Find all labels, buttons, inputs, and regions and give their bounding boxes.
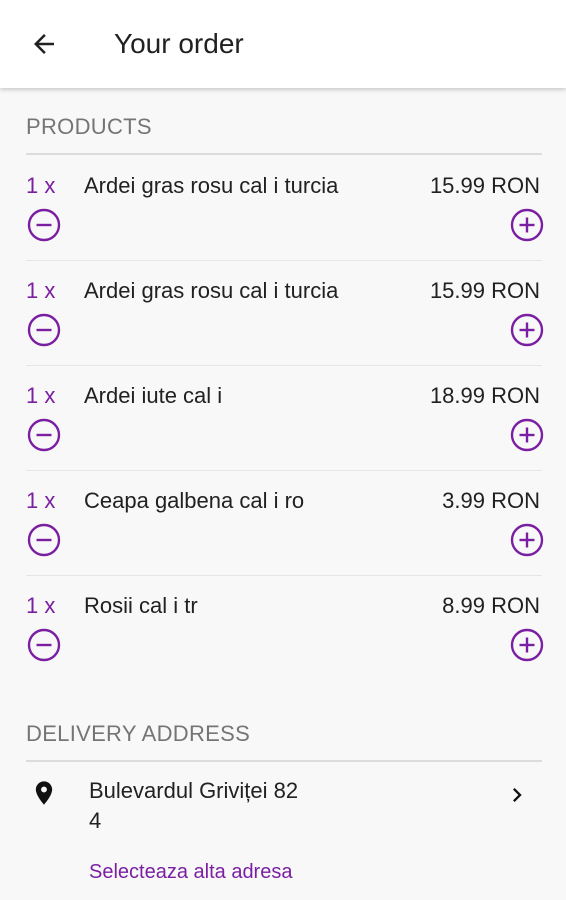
product-price: 3.99 RON	[442, 488, 540, 513]
product-name: Ardei iute cal i	[84, 383, 223, 408]
minus-circle-icon	[27, 628, 61, 662]
product-name: Rosii cal i tr	[84, 593, 198, 618]
product-price: 15.99 RON	[429, 278, 540, 303]
delivery-address-row[interactable]: Bulevardul Griviței 82 4	[0, 764, 566, 844]
change-address-link[interactable]: Selecteaza alta adresa	[89, 858, 292, 886]
app-bar: Your order	[0, 0, 566, 88]
product-row-divider	[26, 260, 542, 261]
page-title: Your order	[114, 28, 244, 59]
delivery-section-title: DELIVERY ADDRESS	[26, 721, 251, 746]
decrease-quantity-button[interactable]	[26, 207, 62, 243]
plus-circle-icon	[510, 523, 544, 557]
product-row-divider	[26, 575, 542, 576]
plus-circle-icon	[510, 418, 544, 452]
product-quantity: 1 x	[26, 173, 56, 198]
products-divider	[26, 153, 542, 155]
product-row: 1 x Ardei gras rosu cal i turcia 15.99 RON	[0, 262, 566, 367]
decrease-quantity-button[interactable]	[26, 312, 62, 348]
product-name: Ardei gras rosu cal i turcia	[84, 278, 339, 303]
increase-quantity-button[interactable]	[509, 312, 545, 348]
product-row-divider	[26, 470, 542, 471]
location-pin-icon	[35, 781, 53, 805]
product-price: 18.99 RON	[429, 383, 540, 408]
address-line-2: 4	[89, 808, 102, 833]
address-line-1: Bulevardul Griviței 82	[89, 778, 299, 803]
minus-circle-icon	[27, 418, 61, 452]
plus-circle-icon	[510, 208, 544, 242]
minus-circle-icon	[27, 523, 61, 557]
chevron-right-icon	[513, 788, 522, 802]
product-name: Ceapa galbena cal i ro	[84, 488, 305, 513]
product-quantity: 1 x	[26, 488, 56, 513]
increase-quantity-button[interactable]	[509, 522, 545, 558]
product-row: 1 x Rosii cal i tr 8.99 RON	[0, 577, 566, 682]
minus-circle-icon	[27, 313, 61, 347]
product-price: 8.99 RON	[442, 593, 540, 618]
increase-quantity-button[interactable]	[509, 417, 545, 453]
minus-circle-icon	[27, 208, 61, 242]
product-row: 1 x Ardei iute cal i 18.99 RON	[0, 367, 566, 472]
increase-quantity-button[interactable]	[509, 627, 545, 663]
decrease-quantity-button[interactable]	[26, 522, 62, 558]
plus-circle-icon	[510, 313, 544, 347]
product-row-divider	[26, 365, 542, 366]
increase-quantity-button[interactable]	[509, 207, 545, 243]
decrease-quantity-button[interactable]	[26, 417, 62, 453]
delivery-divider	[26, 760, 542, 762]
product-name: Ardei gras rosu cal i turcia	[84, 173, 339, 198]
back-button[interactable]	[26, 26, 62, 62]
decrease-quantity-button[interactable]	[26, 627, 62, 663]
plus-circle-icon	[510, 628, 544, 662]
product-quantity: 1 x	[26, 593, 56, 618]
product-row: 1 x Ardei gras rosu cal i turcia 15.99 RON	[0, 157, 566, 262]
product-price: 15.99 RON	[429, 173, 540, 198]
product-row: 1 x Ceapa galbena cal i ro 3.99 RON	[0, 472, 566, 577]
products-section-title: PRODUCTS	[26, 114, 152, 139]
delivery-address-text: Bulevardul Griviței 82 4	[89, 776, 339, 836]
arrow-left-icon	[34, 34, 54, 54]
product-quantity: 1 x	[26, 383, 56, 408]
product-quantity: 1 x	[26, 278, 56, 303]
